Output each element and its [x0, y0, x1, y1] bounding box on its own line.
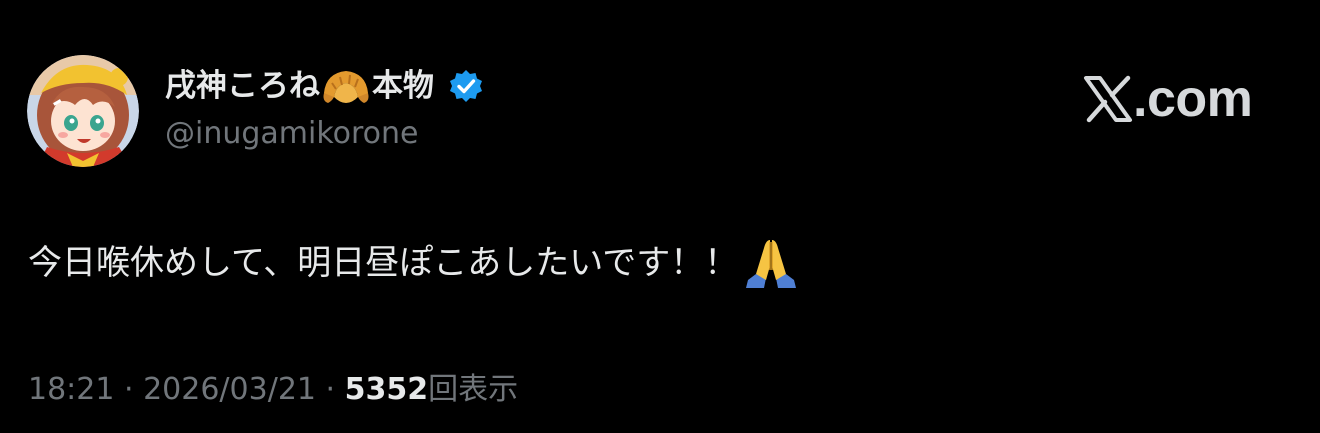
tweet-time[interactable]: 18:21 [28, 372, 114, 407]
views-label: 回表示 [428, 372, 519, 407]
meta-separator: · [316, 372, 345, 407]
brand-label: .com [1133, 70, 1253, 128]
croissant-icon [320, 63, 372, 109]
tweet-meta: 18:21 · 2026/03/21 · 5352回表示 [28, 368, 518, 412]
views-count: 5352 [344, 372, 429, 407]
display-name-prefix[interactable]: 戌神ころね [165, 62, 320, 110]
display-name-suffix[interactable]: 本物 [372, 62, 434, 110]
folded-hands-icon [742, 236, 800, 290]
verified-badge-icon[interactable] [448, 68, 484, 104]
brand-watermark: .com [1083, 68, 1253, 130]
tweet-date[interactable]: 2026/03/21 [143, 372, 316, 407]
avatar[interactable] [27, 55, 139, 167]
x-logo-icon [1084, 75, 1132, 123]
anime-girl-avatar [27, 55, 139, 167]
author-handle[interactable]: @inugamikorone [165, 112, 419, 156]
meta-separator: · [114, 372, 144, 407]
author-name-row[interactable]: 戌神ころね 本物 [165, 62, 484, 110]
tweet-text: 今日喉休めして、明日昼ぽこあしたいです！！ [28, 243, 739, 283]
tweet-body: 今日喉休めして、明日昼ぽこあしたいです！！ [28, 236, 800, 290]
